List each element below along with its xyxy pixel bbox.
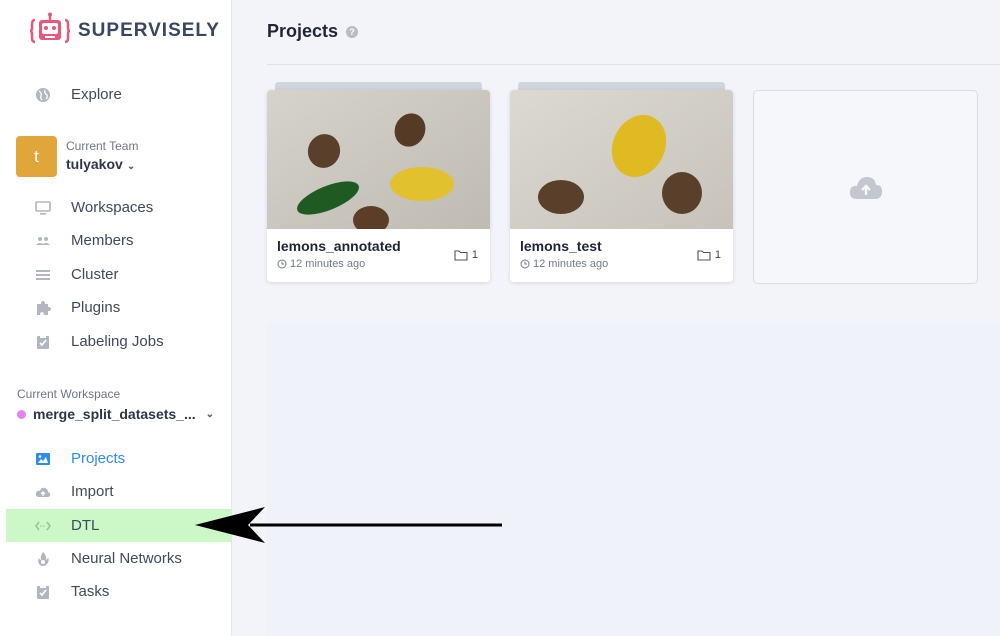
page-title-text: Projects: [267, 21, 339, 41]
code-arrows-icon: [34, 517, 52, 535]
clock-icon: [277, 259, 287, 269]
nav-labeling-jobs[interactable]: Labeling Jobs: [0, 325, 232, 358]
content-area: [267, 323, 1000, 636]
folder-icon: [697, 250, 711, 261]
page-title: Projects ?: [267, 21, 359, 42]
nav-label: Neural Networks: [71, 550, 182, 567]
project-time: 12 minutes ago: [277, 258, 365, 270]
images-icon: [34, 450, 52, 468]
team-name: tulyakov: [66, 156, 123, 172]
cloud-upload-icon: [849, 177, 882, 199]
project-name[interactable]: lemons_annotated: [277, 238, 401, 254]
nav-projects[interactable]: Projects: [0, 442, 232, 475]
workspace-dot: [17, 409, 26, 419]
dataset-count: 1: [454, 249, 478, 261]
workspace-selector[interactable]: merge_split_datasets_... ⌄: [17, 406, 214, 422]
annotation-arrow: [195, 507, 502, 543]
clipboard-check-icon: [34, 333, 52, 351]
cloud-upload-icon: [34, 483, 52, 501]
workspace-caption: Current Workspace: [17, 387, 121, 401]
dataset-count: 1: [697, 249, 721, 261]
puzzle-icon: [34, 299, 52, 317]
team-caption: Current Team: [66, 139, 139, 153]
list-icon: [34, 266, 52, 284]
project-card[interactable]: lemons_test 12 minutes ago 1: [510, 90, 733, 282]
nav-label: Import: [71, 483, 114, 500]
nav-label: Plugins: [71, 299, 121, 316]
folder-icon: [454, 250, 468, 261]
project-time-text: 12 minutes ago: [533, 258, 609, 270]
nav-members[interactable]: Members: [0, 224, 232, 257]
nav-cluster[interactable]: Cluster: [0, 258, 232, 291]
clipboard-check-icon: [34, 583, 52, 601]
brand-name: SUPERVISELY: [78, 20, 220, 41]
help-icon[interactable]: ?: [346, 25, 359, 38]
team-avatar[interactable]: t: [16, 136, 57, 177]
nav-label: Cluster: [71, 266, 119, 283]
monitor-icon: [34, 199, 52, 217]
nav-tasks[interactable]: Tasks: [0, 575, 232, 608]
robot-logo-icon: [29, 12, 71, 44]
nav-label: Explore: [71, 86, 122, 103]
project-time-text: 12 minutes ago: [290, 258, 366, 270]
nav-label: Projects: [71, 450, 126, 467]
nav-label: Workspaces: [71, 199, 154, 216]
project-name[interactable]: lemons_test: [520, 238, 602, 254]
dataset-count-value: 1: [714, 249, 721, 261]
logo[interactable]: SUPERVISELY: [28, 12, 220, 50]
project-thumbnail[interactable]: [267, 90, 490, 229]
nav-label: Members: [71, 232, 134, 249]
nav-label: DTL: [71, 517, 100, 534]
divider: [267, 64, 1000, 65]
project-thumbnail[interactable]: [510, 90, 733, 229]
nav-label: Labeling Jobs: [71, 333, 164, 350]
nav-label: Tasks: [71, 583, 110, 600]
project-card[interactable]: lemons_annotated 12 minutes ago 1: [267, 90, 490, 282]
dataset-count-value: 1: [471, 249, 478, 261]
chevron-down-icon: ⌄: [205, 408, 215, 420]
clock-icon: [520, 259, 530, 269]
nav-workspaces[interactable]: Workspaces: [0, 191, 232, 224]
flame-icon: [34, 550, 52, 568]
workspace-name: merge_split_datasets_...: [33, 406, 196, 422]
users-icon: [34, 232, 52, 250]
nav-explore[interactable]: Explore: [0, 78, 232, 111]
upload-project-button[interactable]: [753, 90, 978, 284]
project-time: 12 minutes ago: [520, 258, 608, 270]
team-selector[interactable]: tulyakov ⌄: [66, 156, 135, 172]
globe-icon: [34, 86, 52, 104]
chevron-down-icon: ⌄: [126, 161, 136, 172]
nav-plugins[interactable]: Plugins: [0, 291, 232, 324]
